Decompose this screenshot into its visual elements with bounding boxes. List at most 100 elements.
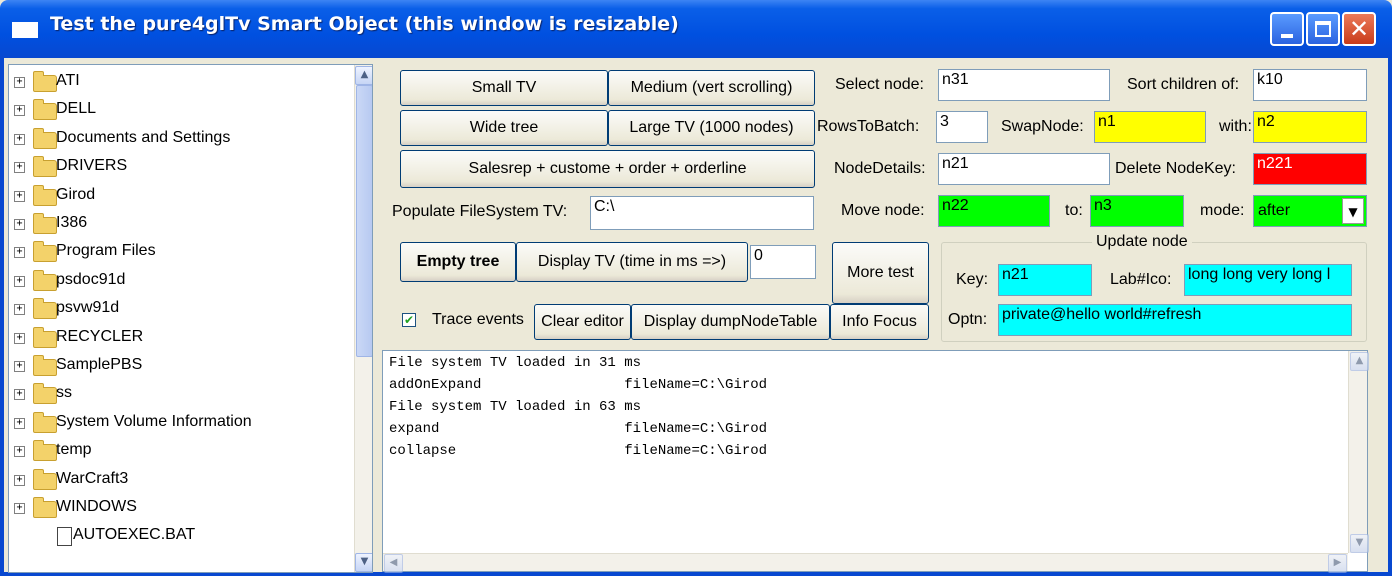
expand-plus-icon[interactable]: +: [14, 190, 25, 202]
expand-plus-icon[interactable]: +: [14, 219, 25, 230]
tree-scroll-thumb[interactable]: [356, 85, 372, 357]
tree-item[interactable]: + psdoc91d: [9, 268, 349, 296]
editor-scroll-left-icon[interactable]: ◀: [384, 554, 403, 573]
tree-item[interactable]: + I386: [9, 211, 349, 239]
editor-scroll-up-icon[interactable]: ▲: [1350, 352, 1369, 371]
swap-node-input[interactable]: n1: [1094, 111, 1206, 143]
wide-tree-button[interactable]: Wide tree: [400, 110, 608, 146]
tree-item[interactable]: + Program Files: [9, 239, 349, 267]
expand-plus-icon[interactable]: +: [14, 474, 25, 486]
time-ms-input[interactable]: 0: [750, 245, 816, 279]
tree-item[interactable]: + System Volume Information: [9, 410, 349, 438]
tree-item-label: WINDOWS: [56, 498, 137, 515]
clear-editor-button[interactable]: Clear editor: [534, 304, 631, 340]
key-input[interactable]: n21: [998, 264, 1092, 296]
tree-item[interactable]: AUTOEXEC.BAT: [9, 523, 349, 551]
expand-plus-icon[interactable]: +: [14, 503, 25, 514]
expand-plus-icon[interactable]: +: [14, 361, 25, 372]
folder-icon: [33, 298, 57, 320]
minimize-button[interactable]: [1270, 12, 1304, 46]
tree-item[interactable]: + RECYCLER: [9, 325, 349, 353]
expand-plus-icon[interactable]: +: [14, 162, 25, 174]
expand-plus-icon[interactable]: +: [14, 304, 25, 316]
scroll-down-icon[interactable]: ▼: [355, 553, 372, 572]
move-node-input[interactable]: n22: [938, 195, 1050, 227]
more-test-button[interactable]: More test: [832, 242, 929, 304]
dump-node-table-button[interactable]: Display dumpNodeTable: [631, 304, 830, 340]
tree-item-label: psdoc91d: [56, 270, 126, 288]
medium-tv-button[interactable]: Medium (vert scrolling): [608, 70, 815, 106]
tree-item-label: temp: [56, 441, 92, 459]
labico-label: Lab#Ico:: [1110, 271, 1172, 288]
tree-item-label: SamplePBS: [56, 356, 143, 373]
tree-item[interactable]: + DRIVERS: [9, 154, 349, 182]
editor-line: File system TV loaded in 63 ms: [389, 399, 642, 415]
window-icon[interactable]: [12, 22, 38, 38]
log-editor[interactable]: File system TV loaded in 31 ms addOnExpan…: [382, 350, 1369, 573]
editor-scroll-down-icon[interactable]: ▼: [1350, 534, 1369, 553]
tree-item-label: System Volume Information: [56, 412, 252, 430]
info-focus-button[interactable]: Info Focus: [830, 304, 929, 340]
large-tv-button[interactable]: Large TV (1000 nodes): [608, 110, 815, 146]
expand-plus-icon[interactable]: +: [14, 77, 25, 88]
sort-children-input[interactable]: k10: [1253, 69, 1367, 101]
tree-item-label: RECYCLER: [56, 327, 144, 345]
tree-item[interactable]: + Girod: [9, 183, 349, 211]
scroll-up-icon[interactable]: ▲: [355, 66, 372, 85]
node-details-input[interactable]: n21: [938, 153, 1110, 185]
expand-plus-icon[interactable]: +: [14, 247, 25, 259]
tree-item-label: Program Files: [56, 242, 156, 260]
expand-plus-icon[interactable]: +: [14, 389, 25, 401]
editor-hscrollbar[interactable]: ◀ ▶: [383, 553, 1348, 573]
tree-item[interactable]: + ATI: [9, 69, 349, 97]
expand-plus-icon[interactable]: +: [14, 133, 25, 145]
close-icon: ✕: [1349, 15, 1370, 43]
tree-item[interactable]: + WarCraft3: [9, 467, 349, 495]
to-input[interactable]: n3: [1090, 195, 1184, 227]
expand-plus-icon[interactable]: +: [14, 332, 25, 344]
trace-events-checkbox[interactable]: ✔: [402, 313, 416, 327]
tree-item-label: ss: [56, 384, 72, 402]
labico-input[interactable]: long long very long l: [1184, 264, 1352, 296]
filesystem-tree[interactable]: + ATI + DELL + Documents and Settings + DRIVERS…: [8, 64, 373, 573]
folder-icon: [33, 440, 57, 462]
tree-item[interactable]: + psvw91d: [9, 296, 349, 324]
chevron-down-icon[interactable]: ▼: [1342, 198, 1364, 224]
with-label: with:: [1219, 118, 1252, 135]
tree-item[interactable]: + WINDOWS: [9, 495, 349, 523]
update-node-title: Update node: [1092, 233, 1192, 251]
display-tv-button[interactable]: Display TV (time in ms =>): [516, 242, 748, 282]
optn-label: Optn:: [948, 311, 988, 328]
tree-item[interactable]: + Documents and Settings: [9, 126, 349, 154]
select-node-input[interactable]: n31: [938, 69, 1110, 101]
maximize-button[interactable]: [1306, 12, 1340, 46]
tree-item-label: Documents and Settings: [56, 128, 231, 146]
expand-plus-icon[interactable]: +: [14, 446, 25, 458]
with-input[interactable]: n2: [1253, 111, 1367, 143]
mode-select[interactable]: after ▼: [1253, 195, 1367, 227]
tree-item[interactable]: + SamplePBS: [9, 353, 349, 381]
expand-plus-icon[interactable]: +: [14, 105, 25, 117]
tree-scrollbar[interactable]: ▲ ▼: [354, 65, 372, 572]
salesrep-button[interactable]: Salesrep + custome + order + orderline: [400, 150, 815, 188]
optn-input[interactable]: private@hello world#refresh: [998, 304, 1352, 336]
delete-nodekey-input[interactable]: n221: [1253, 153, 1367, 185]
tree-item[interactable]: + DELL: [9, 97, 349, 125]
rows-to-batch-input[interactable]: 3: [936, 111, 988, 143]
populate-label: Populate FileSystem TV:: [392, 203, 568, 220]
small-tv-button[interactable]: Small TV: [400, 70, 608, 106]
editor-vscrollbar[interactable]: ▲ ▼: [1348, 351, 1369, 553]
close-button[interactable]: ✕: [1342, 12, 1376, 46]
mode-select-value: after: [1258, 202, 1291, 219]
expand-plus-icon[interactable]: +: [14, 417, 25, 429]
tree-item-label: WarCraft3: [56, 469, 129, 487]
trace-events-label: Trace events: [432, 311, 524, 328]
title-bar[interactable]: Test the pure4glTv Smart Object (this wi…: [0, 0, 1392, 58]
editor-scroll-right-icon[interactable]: ▶: [1328, 554, 1347, 573]
swap-node-label: SwapNode:: [1001, 118, 1084, 135]
expand-plus-icon[interactable]: +: [14, 275, 25, 287]
tree-item[interactable]: + ss: [9, 381, 349, 409]
empty-tree-button[interactable]: Empty tree: [400, 242, 516, 282]
populate-input[interactable]: C:\: [590, 196, 814, 230]
tree-item[interactable]: + temp: [9, 438, 349, 466]
